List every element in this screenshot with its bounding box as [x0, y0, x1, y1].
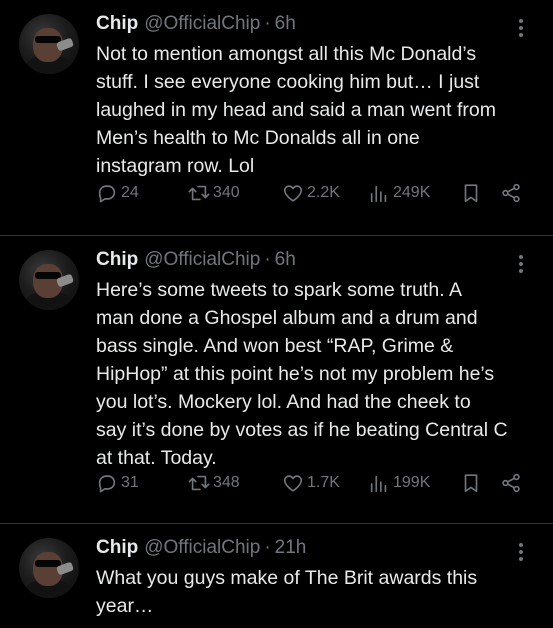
- views-icon: [370, 185, 387, 203]
- reply-button[interactable]: 24: [96, 182, 139, 204]
- retweet-count: 348: [213, 474, 240, 491]
- display-name[interactable]: Chip: [96, 10, 138, 38]
- user-handle[interactable]: @OfficialChip: [144, 246, 260, 274]
- reply-button[interactable]: 31: [96, 472, 139, 494]
- reply-icon: [98, 185, 116, 203]
- tweet-content: Chip @OfficialChip · 6h Here’s some twee…: [96, 246, 533, 472]
- heart-icon: [283, 475, 303, 492]
- like-count: 1.7K: [307, 474, 340, 491]
- view-count: 249K: [393, 184, 431, 201]
- reply-icon: [98, 475, 116, 493]
- avatar[interactable]: [19, 250, 79, 310]
- avatar[interactable]: [19, 538, 79, 598]
- share-button[interactable]: [500, 182, 522, 204]
- tweet[interactable]: Chip @OfficialChip · 6h Here’s some twee…: [0, 236, 553, 524]
- more-icon[interactable]: [511, 252, 531, 276]
- user-handle[interactable]: @OfficialChip: [144, 10, 260, 38]
- like-count: 2.2K: [307, 184, 340, 201]
- like-button[interactable]: 1.7K: [282, 472, 340, 494]
- tweet-header: Chip @OfficialChip · 6h: [96, 246, 533, 274]
- share-button[interactable]: [500, 472, 522, 494]
- like-button[interactable]: 2.2K: [282, 182, 340, 204]
- share-icon: [502, 183, 520, 203]
- share-icon: [502, 473, 520, 493]
- more-icon[interactable]: [511, 16, 531, 40]
- tweet-text: Here’s some tweets to spark some truth. …: [96, 279, 508, 469]
- reply-count: 31: [121, 474, 139, 491]
- tweet[interactable]: Chip @OfficialChip · 21h What you guys m…: [0, 524, 553, 628]
- retweet-button[interactable]: 348: [188, 472, 240, 494]
- tweet-text: What you guys make of The Brit awards th…: [96, 567, 478, 617]
- tweet-header: Chip @OfficialChip · 21h: [96, 534, 533, 562]
- retweet-icon: [188, 475, 210, 491]
- bookmark-icon: [464, 474, 478, 493]
- more-icon[interactable]: [511, 540, 531, 564]
- timestamp[interactable]: 6h: [275, 10, 296, 38]
- tweet-content: Chip @OfficialChip · 6h Not to mention a…: [96, 10, 533, 180]
- display-name[interactable]: Chip: [96, 534, 138, 562]
- display-name[interactable]: Chip: [96, 246, 138, 274]
- bookmark-icon: [464, 184, 478, 203]
- views-button[interactable]: 249K: [368, 182, 430, 204]
- timeline-feed: Chip @OfficialChip · 6h Not to mention a…: [0, 0, 553, 628]
- timestamp[interactable]: 6h: [275, 246, 296, 274]
- views-button[interactable]: 199K: [368, 472, 430, 494]
- view-count: 199K: [393, 474, 431, 491]
- user-handle[interactable]: @OfficialChip: [144, 534, 260, 562]
- tweet-content: Chip @OfficialChip · 21h What you guys m…: [96, 534, 533, 620]
- heart-icon: [283, 185, 303, 202]
- reply-count: 24: [121, 184, 139, 201]
- separator: ·: [264, 249, 271, 270]
- retweet-count: 340: [213, 184, 240, 201]
- tweet-header: Chip @OfficialChip · 6h: [96, 10, 533, 38]
- tweet[interactable]: Chip @OfficialChip · 6h Not to mention a…: [0, 0, 553, 236]
- separator: ·: [264, 13, 271, 34]
- tweet-text: Not to mention amongst all this Mc Donal…: [96, 43, 496, 177]
- retweet-button[interactable]: 340: [188, 182, 240, 204]
- views-icon: [370, 475, 387, 493]
- bookmark-button[interactable]: [460, 182, 482, 204]
- retweet-icon: [188, 185, 210, 201]
- bookmark-button[interactable]: [460, 472, 482, 494]
- separator: ·: [264, 537, 271, 558]
- avatar[interactable]: [19, 14, 79, 74]
- timestamp[interactable]: 21h: [275, 534, 307, 562]
